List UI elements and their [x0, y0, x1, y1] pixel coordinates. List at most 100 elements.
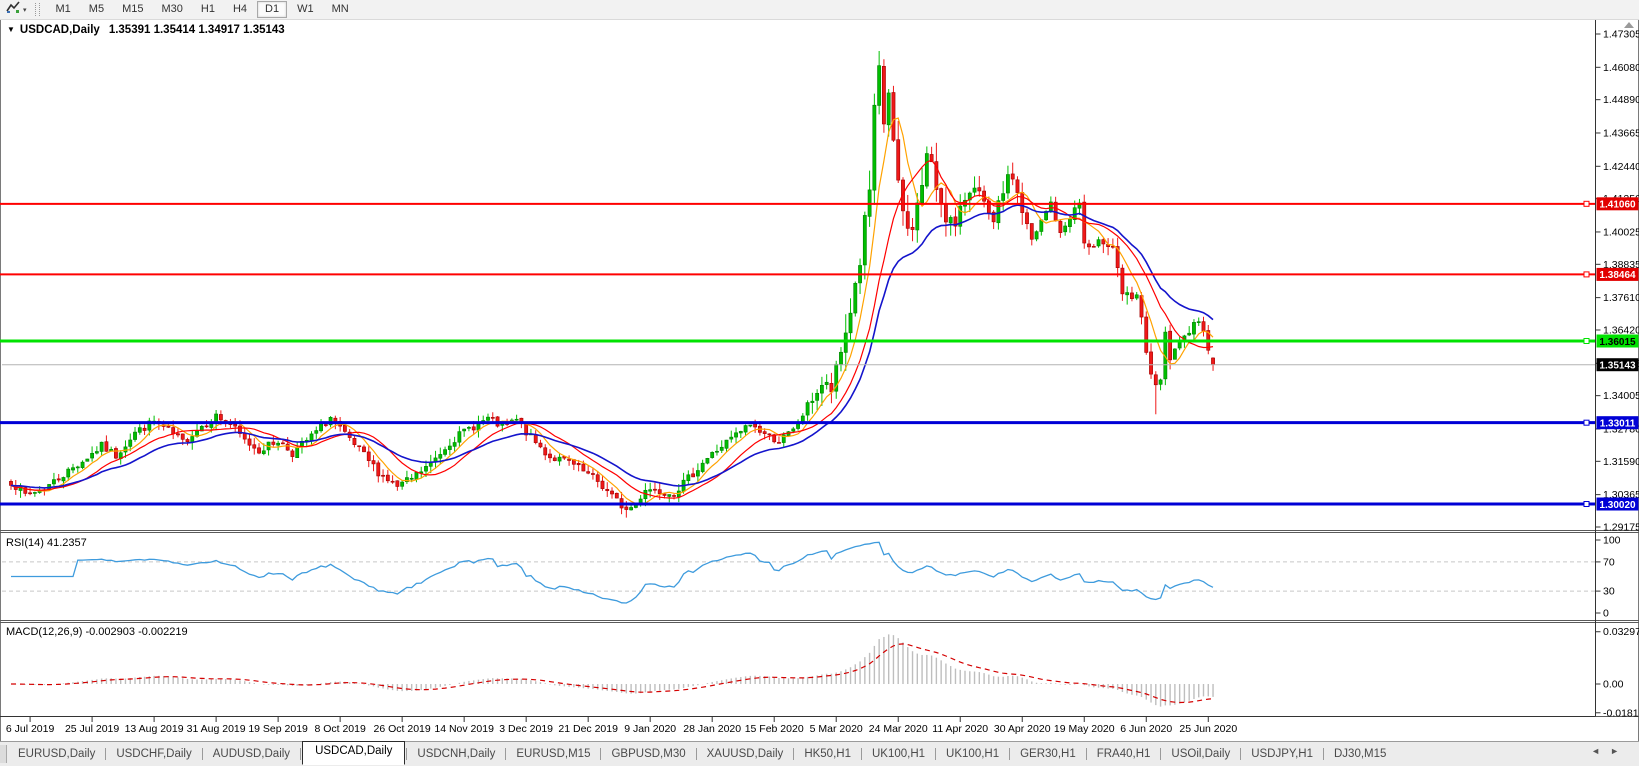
price-tag-label: 1.36015 — [1599, 337, 1636, 348]
tab-FRA40-H1[interactable]: FRA40,H1 — [1088, 745, 1160, 763]
tab-HK50-H1[interactable]: HK50,H1 — [795, 745, 860, 763]
timeframe-button-D1[interactable]: D1 — [257, 1, 287, 18]
tab-separator — [600, 748, 601, 760]
chart-tool-button[interactable]: ▾ — [3, 0, 30, 20]
tab-EURUSD-Daily[interactable]: EURUSD,Daily — [9, 745, 104, 763]
price-tick-label: 1.29175 — [1603, 521, 1639, 533]
chart-title: ▼ USDCAD,Daily 1.35391 1.35414 1.34917 1.3… — [7, 24, 285, 36]
price-tag-label: 1.33011 — [1600, 418, 1636, 429]
hline-endpoint-marker[interactable] — [1584, 420, 1589, 425]
chart-tool-icon — [6, 0, 21, 19]
macd-scale-label: 0.00 — [1603, 679, 1624, 691]
tab-DJ30-M15[interactable]: DJ30,M15 — [1325, 745, 1395, 763]
date-tick-label: 8 Oct 2019 — [314, 723, 366, 735]
tab-EURUSD-M15[interactable]: EURUSD,M15 — [507, 745, 599, 763]
chart-title-symbol: USDCAD,Daily — [20, 24, 100, 36]
tab-separator — [202, 748, 203, 760]
timeframe-button-H4[interactable]: H4 — [225, 1, 255, 18]
tab-separator — [406, 748, 407, 760]
tab-GER30-H1[interactable]: GER30,H1 — [1011, 745, 1085, 763]
price-tick-label: 1.47305 — [1603, 29, 1639, 41]
tab-separator — [1160, 748, 1161, 760]
top-toolbar: ▾ M1M5M15M30H1H4D1W1MN — [0, 0, 1639, 20]
rsi-scale-label: 70 — [1603, 556, 1615, 568]
price-tick-label: 1.46080 — [1603, 62, 1639, 74]
date-tick-label: 21 Dec 2019 — [558, 723, 618, 735]
chart-window-frame — [1, 20, 1639, 742]
macd-scale-label: -0.018154 — [1603, 707, 1639, 719]
date-tick-label: 19 May 2020 — [1054, 723, 1115, 735]
tab-USDCAD-Daily[interactable]: USDCAD,Daily — [302, 741, 405, 765]
price-tick-label: 1.42440 — [1603, 161, 1639, 173]
date-tick-label: 13 Aug 2019 — [125, 723, 184, 735]
tab-separator — [105, 748, 106, 760]
date-tick-label: 25 Jun 2020 — [1179, 723, 1237, 735]
price-tag-label: 1.35143 — [1599, 361, 1636, 372]
date-tick-label: 6 Jun 2020 — [1120, 723, 1172, 735]
tab-USOil-Daily[interactable]: USOil,Daily — [1162, 745, 1239, 763]
date-tick-label: 26 Oct 2019 — [374, 723, 431, 735]
price-tick-label: 1.44890 — [1603, 94, 1639, 106]
price-tick-label: 1.34005 — [1603, 390, 1639, 402]
price-tick-label: 1.43665 — [1603, 127, 1639, 139]
hline-endpoint-marker[interactable] — [1584, 338, 1589, 343]
date-tick-label: 28 Jan 2020 — [683, 723, 741, 735]
timeframe-button-H1[interactable]: H1 — [193, 1, 223, 18]
timeframe-button-M30[interactable]: M30 — [153, 1, 190, 18]
price-tick-label: 1.40025 — [1603, 226, 1639, 238]
chart-canvas[interactable]: 1.473051.460801.448901.436651.424401.412… — [0, 0, 1639, 742]
tab-UK100-H1[interactable]: UK100,H1 — [937, 745, 1008, 763]
rsi-scale-label: 30 — [1603, 586, 1615, 598]
tab-GBPUSD-M30[interactable]: GBPUSD,M30 — [602, 745, 694, 763]
rsi-scale-label: 0 — [1603, 608, 1609, 620]
tab-scroll-arrows: ◄► — [1591, 746, 1629, 756]
date-tick-label: 25 Jul 2019 — [65, 723, 119, 735]
timeframe-button-M1[interactable]: M1 — [48, 1, 79, 18]
date-tick-label: 3 Dec 2019 — [499, 723, 553, 735]
tab-separator — [861, 748, 862, 760]
tab-separator — [505, 748, 506, 760]
price-tag-label: 1.38464 — [1599, 270, 1636, 281]
timeframe-button-M5[interactable]: M5 — [81, 1, 112, 18]
tab-separator — [1240, 748, 1241, 760]
date-tick-label: 6 Jul 2019 — [6, 723, 55, 735]
tab-XAUUSD-Daily[interactable]: XAUUSD,Daily — [698, 745, 793, 763]
tabs-scroll-left-icon[interactable]: ◄ — [1591, 746, 1610, 756]
date-tick-label: 19 Sep 2019 — [248, 723, 308, 735]
tab-separator — [300, 748, 301, 760]
date-tick-label: 31 Aug 2019 — [187, 723, 246, 735]
hline-endpoint-marker[interactable] — [1584, 272, 1589, 277]
price-tag-label: 1.41060 — [1599, 200, 1636, 211]
dropdown-arrow-icon: ▾ — [23, 6, 27, 14]
tab-separator — [1009, 748, 1010, 760]
date-tick-label: 9 Jan 2020 — [624, 723, 676, 735]
hline-endpoint-marker[interactable] — [1584, 201, 1589, 206]
date-tick-label: 11 Apr 2020 — [932, 723, 988, 735]
price-axis[interactable]: 1.473051.460801.448901.436651.424401.412… — [1596, 29, 1639, 534]
macd-scale-label: 0.032972 — [1603, 626, 1639, 638]
timeframe-toolbar: M1M5M15M30H1H4D1W1MN — [47, 0, 358, 19]
tab-scrollbar-grip[interactable] — [0, 745, 7, 763]
collapse-triangle-icon[interactable]: ▼ — [7, 25, 15, 34]
tabs-scroll-right-icon[interactable]: ► — [1610, 746, 1629, 756]
tab-separator — [1086, 748, 1087, 760]
tab-USDJPY-H1[interactable]: USDJPY,H1 — [1242, 745, 1322, 763]
price-tag-label: 1.30020 — [1599, 500, 1636, 511]
timeframe-button-W1[interactable]: W1 — [289, 1, 322, 18]
date-tick-label: 15 Feb 2020 — [745, 723, 804, 735]
price-tick-label: 1.37610 — [1603, 292, 1639, 304]
chart-title-ohlc: 1.35391 1.35414 1.34917 1.35143 — [109, 24, 285, 36]
tab-separator — [1323, 748, 1324, 760]
toolbar-drag-handle[interactable] — [35, 3, 40, 16]
date-tick-label: 5 Mar 2020 — [810, 723, 863, 735]
date-tick-label: 14 Nov 2019 — [434, 723, 494, 735]
tab-UK100-H1[interactable]: UK100,H1 — [863, 745, 934, 763]
tab-separator — [793, 748, 794, 760]
price-tick-label: 1.31590 — [1603, 456, 1639, 468]
tab-AUDUSD-Daily[interactable]: AUDUSD,Daily — [204, 745, 299, 763]
tab-USDCNH-Daily[interactable]: USDCNH,Daily — [408, 745, 504, 763]
tab-USDCHF-Daily[interactable]: USDCHF,Daily — [107, 745, 200, 763]
timeframe-button-M15[interactable]: M15 — [114, 1, 151, 18]
hline-endpoint-marker[interactable] — [1584, 502, 1589, 507]
timeframe-button-MN[interactable]: MN — [324, 1, 357, 18]
